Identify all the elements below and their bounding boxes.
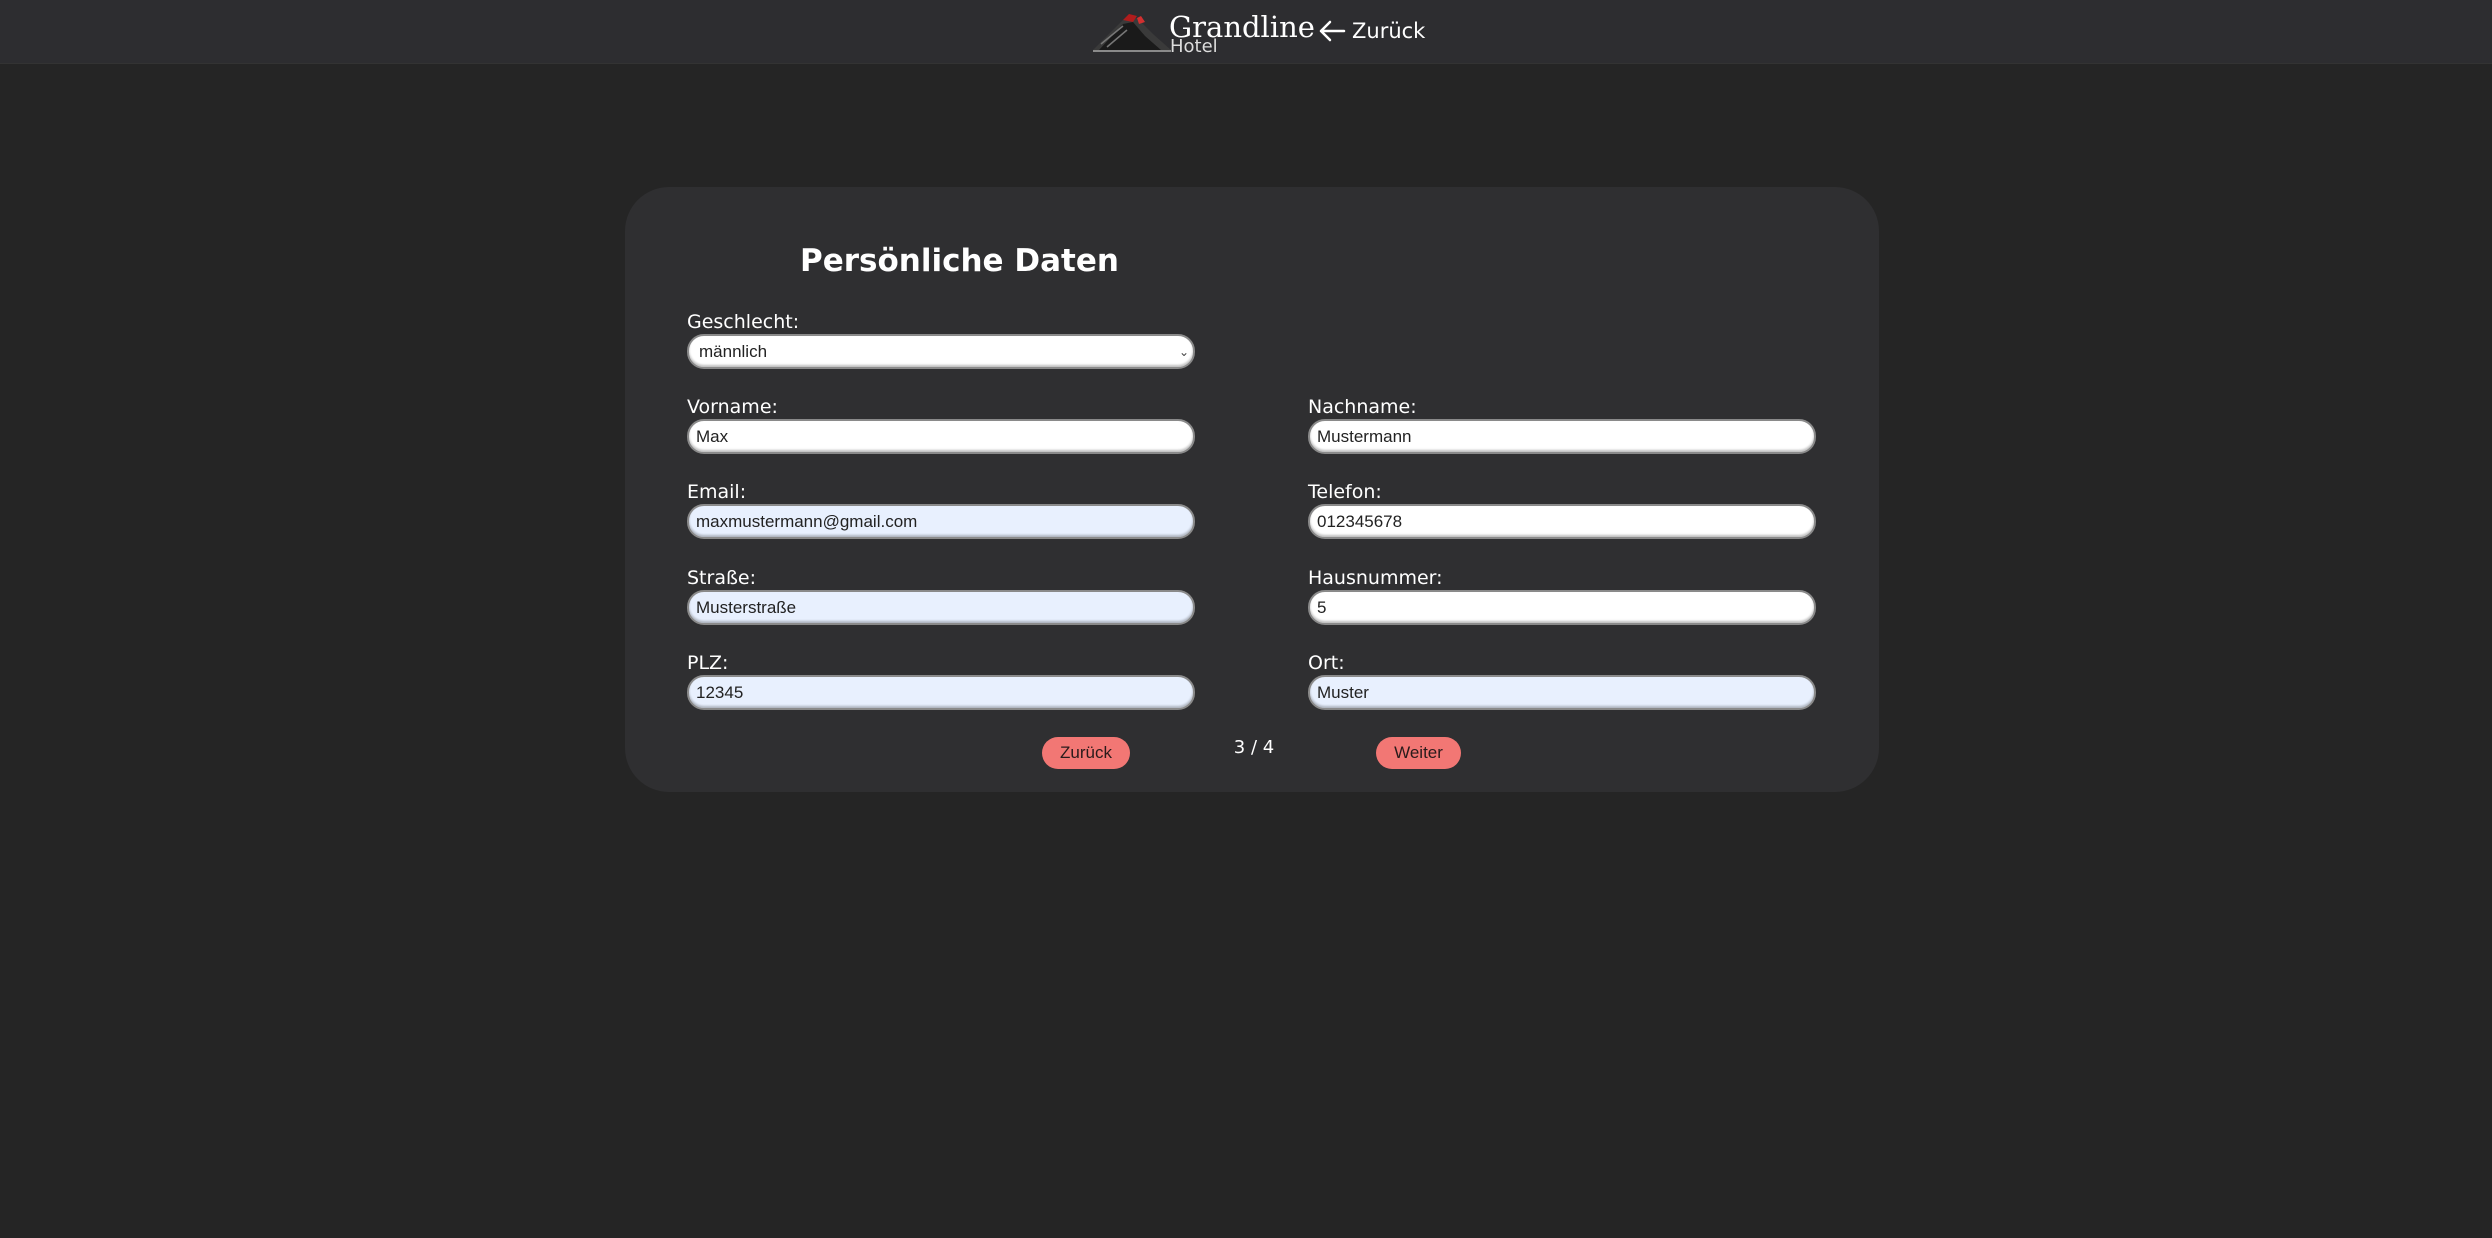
phone-input[interactable]: 012345678 <box>1308 504 1816 539</box>
gender-select[interactable]: männlich ⌄ <box>687 334 1195 369</box>
header-back-label: Zurück <box>1352 19 1426 43</box>
street-input[interactable]: Musterstraße <box>687 590 1195 625</box>
street-label: Straße: <box>687 567 757 589</box>
brand-subtitle: Hotel <box>1170 36 1218 57</box>
zip-label: PLZ: <box>687 652 729 674</box>
gender-label: Geschlecht: <box>687 311 800 333</box>
first-name-value: Max <box>696 426 729 446</box>
house-number-value: 5 <box>1317 597 1327 617</box>
phone-value: 012345678 <box>1317 511 1403 531</box>
email-label: Email: <box>687 481 747 503</box>
first-name-input[interactable]: Max <box>687 419 1195 454</box>
zip-value: 12345 <box>696 682 744 702</box>
email-value: maxmustermann@gmail.com <box>696 511 918 531</box>
step-indicator: 3 / 4 <box>1233 737 1275 758</box>
first-name-label: Vorname: <box>687 396 778 418</box>
email-input[interactable]: maxmustermann@gmail.com <box>687 504 1195 539</box>
arrow-left-icon <box>1319 20 1346 42</box>
city-value: Muster <box>1317 682 1369 702</box>
zip-input[interactable]: 12345 <box>687 675 1195 710</box>
logo-mountain-icon <box>1093 14 1171 52</box>
house-number-label: Hausnummer: <box>1308 567 1443 589</box>
last-name-label: Nachname: <box>1308 396 1417 418</box>
header-back-link[interactable]: Zurück <box>1318 16 1425 46</box>
top-header: Grandline Hotel Zurück <box>0 0 2492 64</box>
form-title: Persönliche Daten <box>800 243 1119 279</box>
street-value: Musterstraße <box>696 597 797 617</box>
phone-label: Telefon: <box>1308 481 1382 503</box>
last-name-value: Mustermann <box>1317 426 1412 446</box>
gender-value: männlich <box>699 341 768 361</box>
chevron-down-icon: ⌄ <box>1178 344 1189 359</box>
next-button[interactable]: Weiter <box>1376 737 1461 769</box>
city-label: Ort: <box>1308 652 1345 674</box>
back-button[interactable]: Zurück <box>1042 737 1130 769</box>
hotel-logo[interactable]: Grandline Hotel <box>1093 10 1315 57</box>
city-input[interactable]: Muster <box>1308 675 1816 710</box>
last-name-input[interactable]: Mustermann <box>1308 419 1816 454</box>
house-number-input[interactable]: 5 <box>1308 590 1816 625</box>
